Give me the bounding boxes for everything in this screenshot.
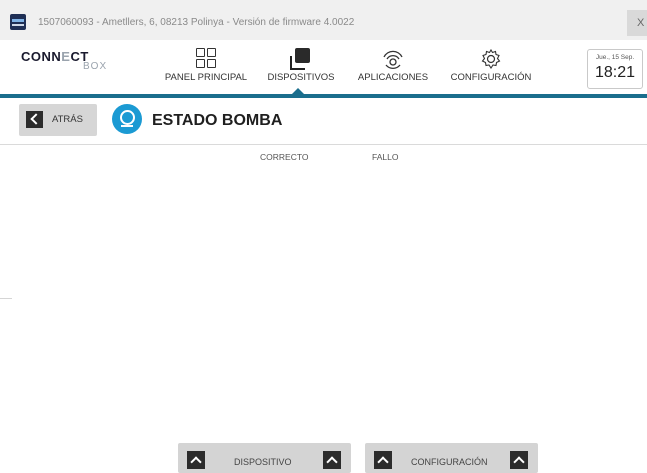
window-title: 1507060093 - Ametllers, 6, 08213 Polinya… [38,17,355,28]
divider [0,298,12,299]
title-bar: 1507060093 - Ametllers, 6, 08213 Polinya… [0,0,647,41]
gear-icon [481,48,501,69]
pump-device-icon [112,104,142,134]
nav-item-aplicaciones[interactable]: APLICACIONES [352,48,434,88]
nav-label: CONFIGURACIÓN [450,72,532,83]
column-header-fallo: FALLO [372,152,399,162]
nav-item-panel-principal[interactable]: PANEL PRINCIPAL [160,48,252,88]
back-label: ATRÁS [52,114,83,125]
nav-item-dispositivos[interactable]: DISPOSITIVOS [262,48,340,88]
nav-label: PANEL PRINCIPAL [164,72,248,83]
brand-name-dark: CONN [21,49,62,64]
app-logo-icon [10,14,26,30]
nav-active-pointer [292,88,304,94]
chevron-up-icon [510,451,528,469]
clock-widget: Jue., 15 Sep. 18:21 [587,49,643,89]
dispositivo-button[interactable]: DISPOSITIVO [178,443,351,473]
nav-item-configuracion[interactable]: CONFIGURACIÓN [446,48,536,88]
brand-logo: CONNECT BOX [21,49,111,79]
clock-time: 18:21 [594,64,636,81]
page-title: ESTADO BOMBA [152,112,283,129]
dispositivo-label: DISPOSITIVO [234,457,292,467]
clock-date: Jue., 15 Sep. [595,54,635,61]
configuracion-button[interactable]: CONFIGURACIÓN [365,443,538,473]
squares-icon [290,48,312,70]
grid-icon [196,48,216,68]
chevron-left-icon [26,111,43,128]
signal-icon [383,50,403,69]
close-button[interactable]: X [627,10,647,36]
chevron-up-icon [323,451,341,469]
nav-label: DISPOSITIVOS [267,72,335,83]
chevron-up-icon [187,451,205,469]
column-header-correcto: CORRECTO [260,152,309,162]
page-header [0,98,647,145]
nav-label: APLICACIONES [357,72,429,83]
chevron-up-icon [374,451,392,469]
configuracion-label: CONFIGURACIÓN [411,457,488,467]
back-button[interactable]: ATRÁS [19,104,97,136]
brand-sub: BOX [83,61,108,72]
